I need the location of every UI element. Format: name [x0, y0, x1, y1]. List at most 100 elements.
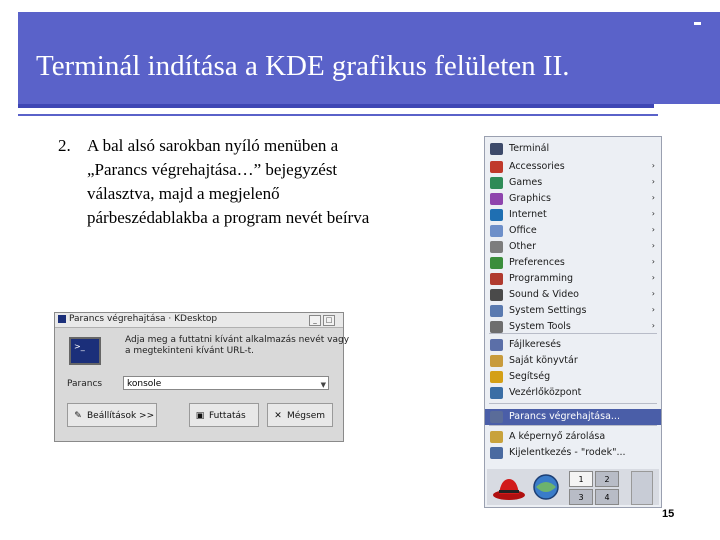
internet-icon: [490, 209, 503, 221]
menu-item-label: Saját könyvtár: [509, 355, 578, 366]
help-icon: [490, 371, 503, 383]
menu-item[interactable]: Accessories ›: [485, 159, 661, 175]
menu-item[interactable]: Graphics ›: [485, 191, 661, 207]
command-input[interactable]: konsole ▼: [123, 376, 329, 390]
chevron-right-icon: ›: [651, 273, 655, 282]
menu-item-label: Kijelentkezés - "rodek"...: [509, 447, 626, 458]
run-button[interactable]: ▣ Futtatás: [189, 403, 259, 427]
maximize-button[interactable]: □: [323, 315, 335, 326]
menu-separator: [489, 403, 657, 404]
menu-item[interactable]: Sound & Video ›: [485, 287, 661, 303]
body-line: választva, majd a megjelenő: [87, 184, 280, 203]
menu-item[interactable]: Kijelentkezés - "rodek"...: [485, 445, 661, 461]
command-label: Parancs: [67, 379, 103, 389]
menu-item-label: Terminál: [509, 143, 550, 154]
pager-desktop-1[interactable]: 1: [569, 471, 593, 487]
menu-item-label: Graphics: [509, 193, 551, 204]
window-menu-icon[interactable]: [58, 315, 66, 323]
cancel-icon: ✕: [274, 411, 282, 421]
lock-icon: [490, 431, 503, 443]
list-number: 2.: [58, 136, 71, 155]
desktop-pager: 1 2 3 4: [569, 471, 621, 505]
menu-item[interactable]: A képernyő zárolása: [485, 429, 661, 445]
cancel-button[interactable]: ✕ Mégsem: [267, 403, 333, 427]
control-center-icon: [490, 387, 503, 399]
options-button-label: Beállítások >>: [87, 411, 155, 421]
menu-item-label: Fájlkeresés: [509, 339, 561, 350]
home-folder-icon: [490, 355, 503, 367]
logout-icon: [490, 447, 503, 459]
cancel-button-label: Mégsem: [287, 411, 326, 421]
chevron-right-icon: ›: [651, 161, 655, 170]
accessories-icon: [490, 161, 503, 173]
other-icon: [490, 241, 503, 253]
chevron-right-icon: ›: [651, 177, 655, 186]
menu-item[interactable]: Internet ›: [485, 207, 661, 223]
run-button-label: Futtatás: [209, 411, 246, 421]
menu-item-label: Vezérlőközpont: [509, 387, 582, 398]
chevron-right-icon: ›: [651, 193, 655, 202]
menu-item[interactable]: System Settings ›: [485, 303, 661, 319]
header-underline-thin: [18, 114, 658, 116]
menu-separator: [489, 333, 657, 334]
menu-item[interactable]: Saját könyvtár: [485, 353, 661, 369]
options-button[interactable]: ✎ Beállítások >>: [67, 403, 157, 427]
message-line: Adja meg a futtatni kívánt alkalmazás ne…: [125, 335, 350, 345]
dialog-message: Adja meg a futtatni kívánt alkalmazás ne…: [125, 335, 350, 357]
menu-item[interactable]: Fájlkeresés: [485, 337, 661, 353]
minimize-button[interactable]: _: [309, 315, 321, 326]
list-text: A bal alsó sarokban nyíló menüben a „Par…: [87, 134, 447, 230]
body-line: A bal alsó sarokban nyíló menüben a: [87, 136, 339, 155]
chevron-down-icon[interactable]: ▼: [321, 378, 326, 392]
chevron-right-icon: ›: [651, 225, 655, 234]
dialog-title: Parancs végrehajtása · KDesktop: [69, 314, 218, 324]
terminal-icon: [490, 143, 503, 155]
menu-item-label: Other: [509, 241, 536, 252]
panel-handle[interactable]: [631, 471, 653, 505]
chevron-right-icon: ›: [651, 257, 655, 266]
body-line: párbeszédablakba a program nevét beírva: [87, 208, 370, 227]
menu-item-label: System Tools: [509, 321, 571, 332]
menu-item[interactable]: Segítség: [485, 369, 661, 385]
menu-item[interactable]: Vezérlőközpont: [485, 385, 661, 401]
menu-item-label: Games: [509, 177, 543, 188]
chevron-right-icon: ›: [651, 305, 655, 314]
menu-item[interactable]: Programming ›: [485, 271, 661, 287]
games-icon: [490, 177, 503, 189]
wrench-icon: ✎: [74, 411, 82, 421]
preferences-icon: [490, 257, 503, 269]
slide-title: Terminál indítása a KDE grafikus felület…: [36, 50, 570, 82]
chevron-right-icon: ›: [651, 289, 655, 298]
message-line: a megtekinteni kívánt URL-t.: [125, 346, 254, 356]
dialog-titlebar[interactable]: Parancs végrehajtása · KDesktop _ □: [55, 313, 343, 328]
run-command-dialog: Parancs végrehajtása · KDesktop _ □ >_ A…: [54, 312, 350, 442]
file-search-icon: [490, 339, 503, 351]
menu-item-label: A képernyő zárolása: [509, 431, 606, 442]
menu-item-label: Segítség: [509, 371, 551, 382]
pager-desktop-4[interactable]: 4: [595, 489, 619, 505]
menu-item-label: Programming: [509, 273, 574, 284]
pager-desktop-2[interactable]: 2: [595, 471, 619, 487]
command-value: konsole: [127, 379, 162, 389]
sound-video-icon: [490, 289, 503, 301]
run-icon: ▣: [195, 411, 205, 421]
graphics-icon: [490, 193, 503, 205]
menu-item[interactable]: Parancs végrehajtása...: [485, 409, 661, 425]
menu-separator: [489, 425, 657, 426]
menu-item[interactable]: Office ›: [485, 223, 661, 239]
redhat-icon[interactable]: [491, 471, 527, 503]
system-tools-icon: [490, 321, 503, 333]
menu-item[interactable]: Games ›: [485, 175, 661, 191]
menu-item[interactable]: Preferences ›: [485, 255, 661, 271]
menu-item[interactable]: Other ›: [485, 239, 661, 255]
system-settings-icon: [490, 305, 503, 317]
pager-desktop-3[interactable]: 3: [569, 489, 593, 505]
menu-item-label: Sound & Video: [509, 289, 579, 300]
browser-globe-icon[interactable]: [529, 471, 563, 503]
menu-item-label: Preferences: [509, 257, 565, 268]
run-command-icon: [490, 411, 503, 423]
menu-item[interactable]: Terminál: [485, 141, 661, 157]
menu-item-label: Internet: [509, 209, 547, 220]
menu-item-label: Office: [509, 225, 537, 236]
programming-icon: [490, 273, 503, 285]
